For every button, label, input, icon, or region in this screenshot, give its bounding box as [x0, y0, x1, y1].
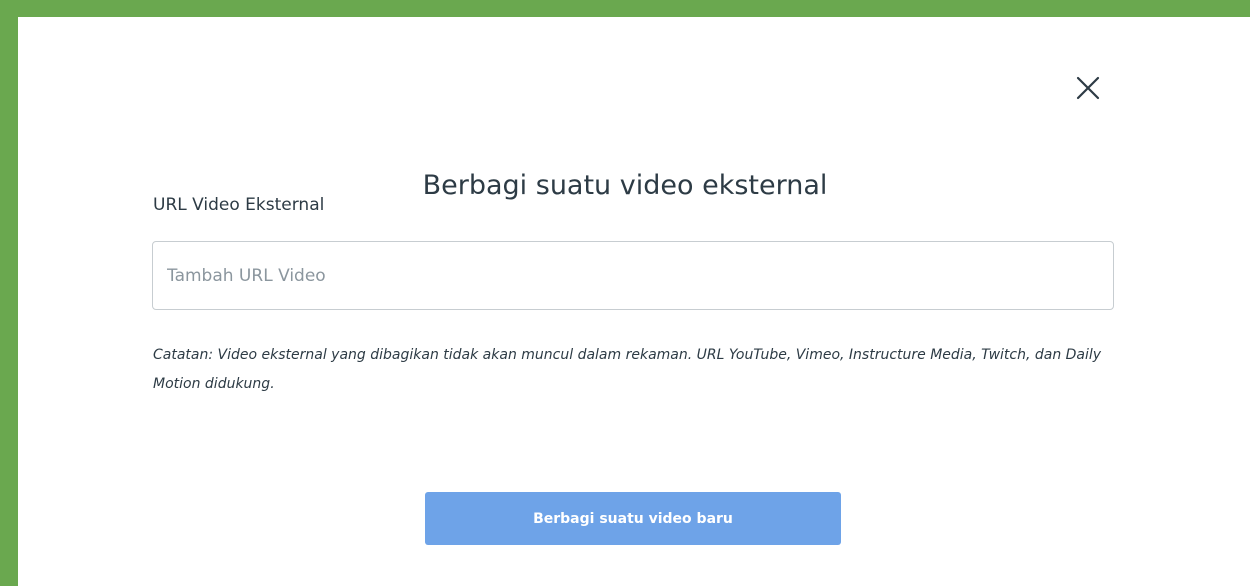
video-url-input[interactable]: [152, 241, 1114, 310]
share-video-button-label: Berbagi suatu video baru: [533, 510, 733, 527]
share-video-button[interactable]: Berbagi suatu video baru: [425, 492, 841, 545]
screenshot-frame: Berbagi suatu video eksternal URL Video …: [0, 0, 1250, 586]
url-field-label: URL Video Eksternal: [153, 195, 325, 215]
frame-border-left: [0, 0, 18, 586]
close-icon: [1072, 72, 1104, 104]
close-button[interactable]: [1072, 72, 1104, 104]
frame-border-top: [0, 0, 1250, 17]
supported-sources-note: Catatan: Video eksternal yang dibagikan …: [153, 347, 1102, 392]
